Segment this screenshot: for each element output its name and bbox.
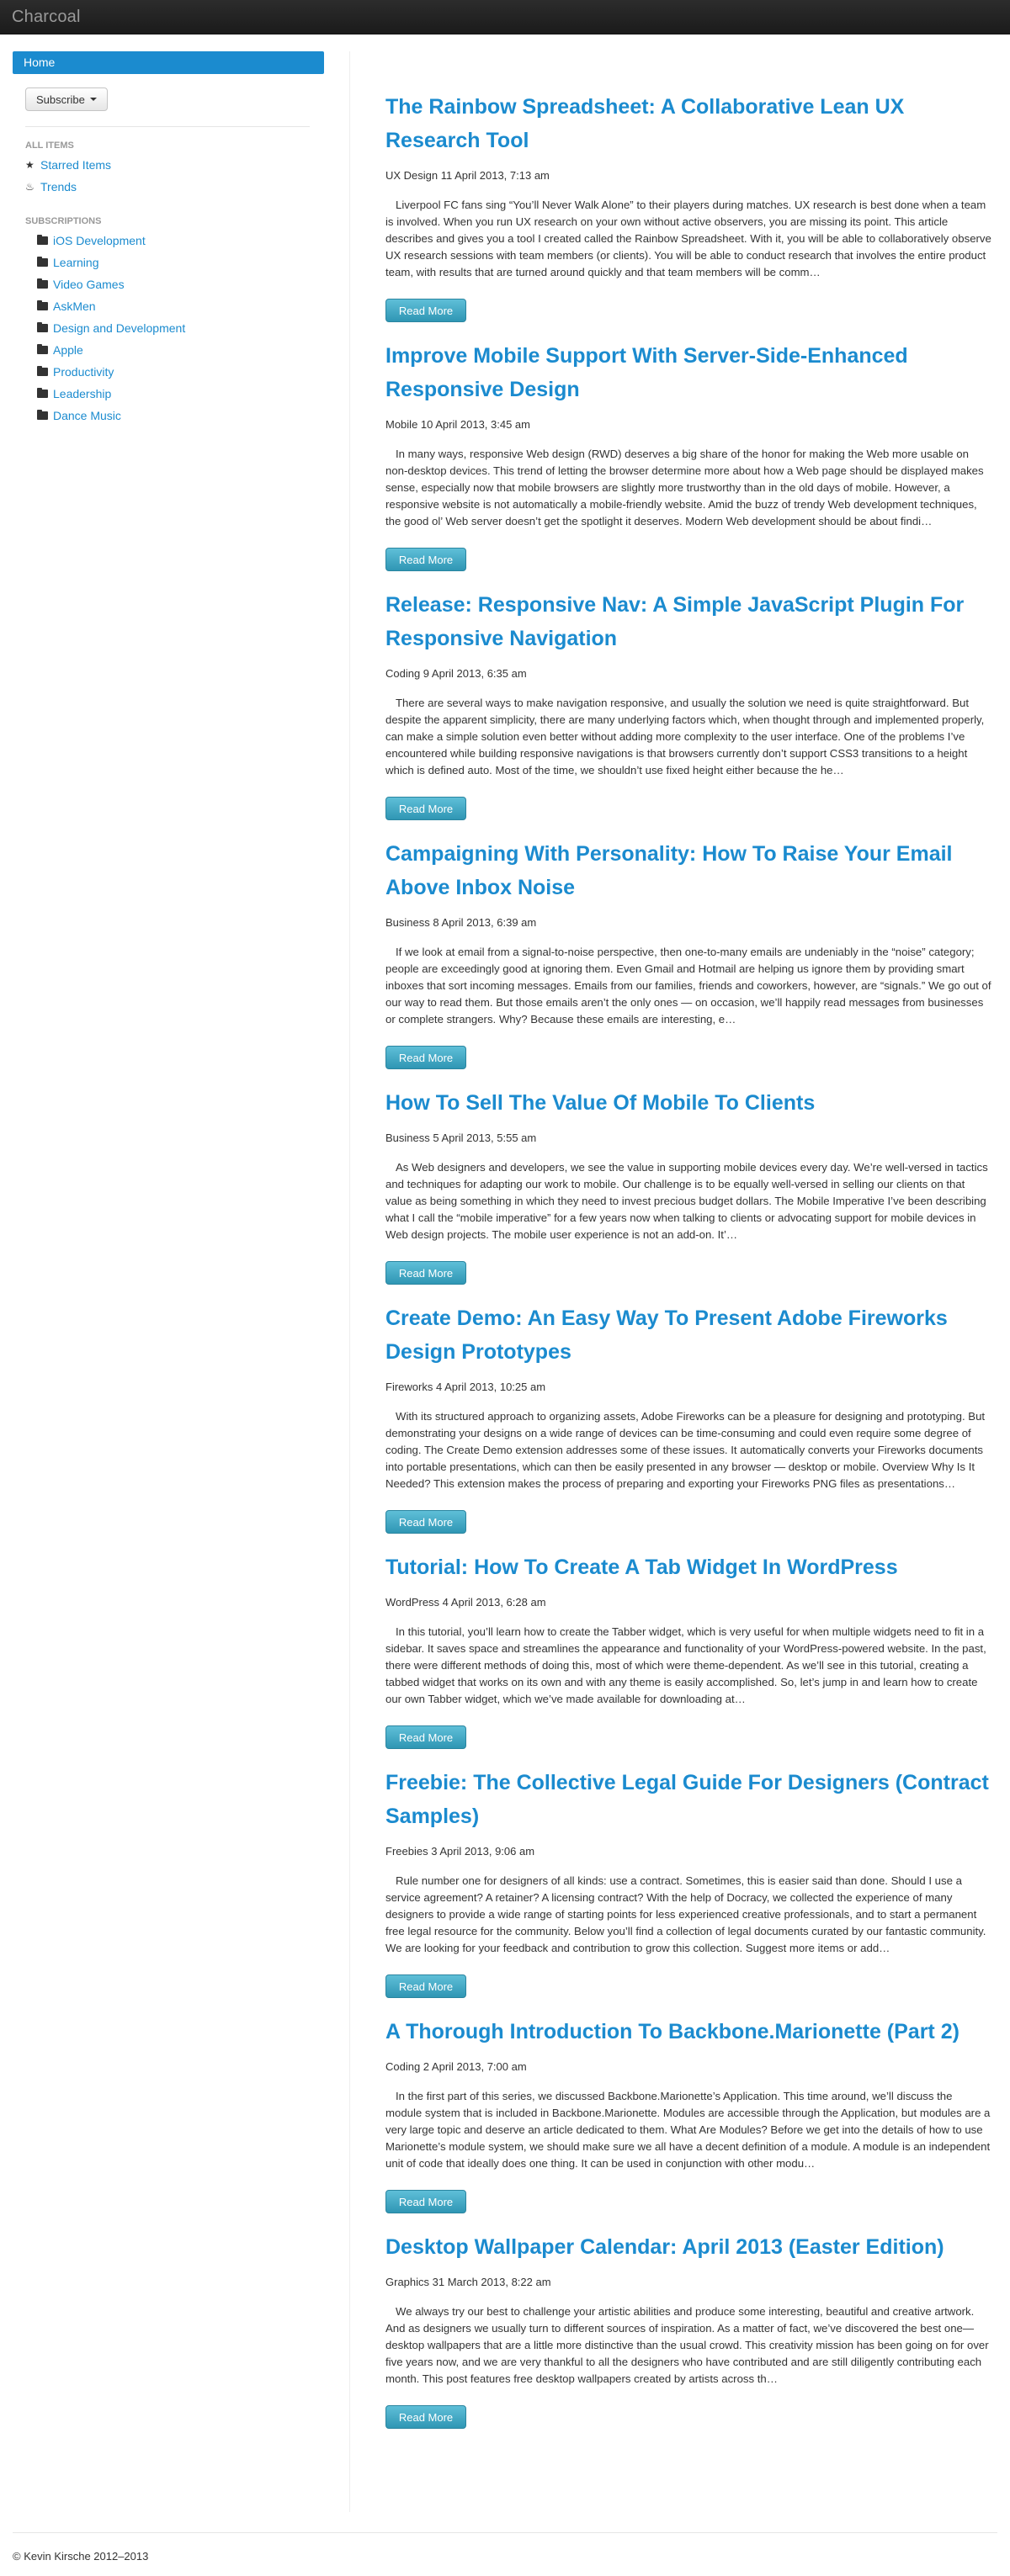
article-item: A Thorough Introduction To Backbone.Mari…	[385, 2015, 991, 2213]
subscription-label: AskMen	[53, 299, 96, 313]
article-title[interactable]: Tutorial: How To Create A Tab Widget In …	[385, 1550, 991, 1584]
subscribe-button[interactable]: Subscribe	[25, 87, 108, 111]
subscription-label: Productivity	[53, 365, 114, 379]
article-list: The Rainbow Spreadsheet: A Collaborative…	[385, 90, 991, 2446]
sidebar-item-subscription[interactable]: iOS Development	[37, 230, 324, 252]
article-meta: Mobile 10 April 2013, 3:45 am	[385, 418, 530, 431]
article-meta: Business 8 April 2013, 6:39 am	[385, 916, 537, 929]
folder-icon	[37, 300, 48, 310]
sidebar-item-subscription[interactable]: Dance Music	[37, 405, 324, 427]
folder-icon	[37, 344, 48, 354]
article-title[interactable]: Improve Mobile Support With Server-Side-…	[385, 339, 991, 406]
folder-icon	[37, 366, 48, 376]
sidebar-item-subscription[interactable]: Productivity	[37, 361, 324, 383]
subscription-label: Leadership	[53, 387, 112, 400]
article-excerpt: There are several ways to make navigatio…	[385, 697, 985, 777]
caret-down-icon	[89, 98, 97, 101]
sidebar-item-label: Trends	[40, 180, 77, 193]
column-divider	[349, 51, 350, 2512]
article-item: Campaigning With Personality: How To Rai…	[385, 837, 991, 1069]
sidebar-item-label: Starred Items	[40, 158, 112, 172]
article-meta: Coding 9 April 2013, 6:35 am	[385, 667, 527, 680]
article-excerpt: We always try our best to challenge your…	[385, 2305, 989, 2385]
article-meta: Fireworks 4 April 2013, 10:25 am	[385, 1381, 546, 1393]
article-item: Create Demo: An Easy Way To Present Adob…	[385, 1301, 991, 1534]
read-more-button[interactable]: Read More	[385, 1725, 466, 1749]
article-item: Tutorial: How To Create A Tab Widget In …	[385, 1550, 991, 1749]
sidebar-item-subscription[interactable]: Learning	[37, 252, 324, 273]
subscriptions-list: iOS Development Learning Video Games AskMen…	[13, 230, 324, 427]
article-excerpt: In many ways, responsive Web design (RWD…	[385, 448, 984, 527]
article-item: Desktop Wallpaper Calendar: April 2013 (…	[385, 2230, 991, 2429]
sidebar: Home Subscribe ALL ITEMS ★ Starred Items…	[13, 51, 324, 427]
article-title[interactable]: Freebie: The Collective Legal Guide For …	[385, 1766, 991, 1833]
sidebar-item-home[interactable]: Home	[13, 51, 324, 74]
brand-logo[interactable]: Charcoal	[0, 8, 81, 27]
sidebar-item-subscription[interactable]: Video Games	[37, 273, 324, 295]
article-title[interactable]: Campaigning With Personality: How To Rai…	[385, 837, 991, 904]
article-title[interactable]: Create Demo: An Easy Way To Present Adob…	[385, 1301, 991, 1369]
sidebar-item-starred[interactable]: ★ Starred Items	[25, 154, 324, 176]
sidebar-item-subscription[interactable]: Design and Development	[37, 317, 324, 339]
subscription-label: Apple	[53, 343, 83, 357]
footer-copyright: © Kevin Kirsche 2012–2013	[13, 2550, 149, 2563]
subscription-label: Learning	[53, 256, 99, 269]
article-meta: UX Design 11 April 2013, 7:13 am	[385, 169, 550, 182]
article-title[interactable]: How To Sell The Value Of Mobile To Clien…	[385, 1086, 991, 1120]
subscription-label: Dance Music	[53, 409, 121, 422]
read-more-button[interactable]: Read More	[385, 1974, 466, 1998]
article-excerpt: If we look at email from a signal-to-noi…	[385, 946, 991, 1026]
folder-icon	[37, 235, 48, 245]
all-items-header: ALL ITEMS	[25, 140, 74, 151]
folder-icon	[37, 322, 48, 332]
article-meta: Freebies 3 April 2013, 9:06 am	[385, 1845, 535, 1858]
read-more-button[interactable]: Read More	[385, 797, 466, 820]
fire-icon: ♨	[25, 181, 35, 193]
folder-icon	[37, 257, 48, 267]
article-item: Improve Mobile Support With Server-Side-…	[385, 339, 991, 571]
article-meta: WordPress 4 April 2013, 6:28 am	[385, 1596, 546, 1609]
sidebar-divider	[25, 126, 310, 127]
read-more-button[interactable]: Read More	[385, 2405, 466, 2429]
article-meta: Business 5 April 2013, 5:55 am	[385, 1132, 537, 1144]
sidebar-item-subscription[interactable]: Leadership	[37, 383, 324, 405]
subscriptions-header: SUBSCRIPTIONS	[25, 216, 102, 226]
article-excerpt: In this tutorial, you’ll learn how to cr…	[385, 1625, 986, 1705]
article-item: Freebie: The Collective Legal Guide For …	[385, 1766, 991, 1998]
read-more-button[interactable]: Read More	[385, 299, 466, 322]
read-more-button[interactable]: Read More	[385, 1046, 466, 1069]
star-icon: ★	[25, 159, 35, 171]
footer-divider	[13, 2532, 997, 2533]
article-meta: Coding 2 April 2013, 7:00 am	[385, 2060, 527, 2073]
article-excerpt: Liverpool FC fans sing “You’ll Never Wal…	[385, 199, 991, 278]
subscription-label: iOS Development	[53, 234, 146, 247]
article-title[interactable]: The Rainbow Spreadsheet: A Collaborative…	[385, 90, 991, 157]
article-title[interactable]: A Thorough Introduction To Backbone.Mari…	[385, 2015, 991, 2049]
subscribe-button-label: Subscribe	[36, 93, 85, 106]
article-excerpt: Rule number one for designers of all kin…	[385, 1874, 986, 1954]
top-navbar: Charcoal	[0, 0, 1010, 34]
article-title[interactable]: Desktop Wallpaper Calendar: April 2013 (…	[385, 2230, 991, 2264]
folder-icon	[37, 278, 48, 289]
subscription-label: Design and Development	[53, 321, 186, 335]
subscription-label: Video Games	[53, 278, 125, 291]
sidebar-item-trends[interactable]: ♨ Trends	[25, 176, 324, 198]
folder-icon	[37, 388, 48, 398]
article-item: The Rainbow Spreadsheet: A Collaborative…	[385, 90, 991, 322]
article-excerpt: In the first part of this series, we dis…	[385, 2090, 991, 2170]
article-excerpt: As Web designers and developers, we see …	[385, 1161, 988, 1241]
read-more-button[interactable]: Read More	[385, 1510, 466, 1534]
article-title[interactable]: Release: Responsive Nav: A Simple JavaSc…	[385, 588, 991, 655]
article-item: How To Sell The Value Of Mobile To Clien…	[385, 1086, 991, 1285]
read-more-button[interactable]: Read More	[385, 1261, 466, 1285]
sidebar-item-subscription[interactable]: AskMen	[37, 295, 324, 317]
article-item: Release: Responsive Nav: A Simple JavaSc…	[385, 588, 991, 820]
read-more-button[interactable]: Read More	[385, 548, 466, 571]
sidebar-item-subscription[interactable]: Apple	[37, 339, 324, 361]
read-more-button[interactable]: Read More	[385, 2190, 466, 2213]
article-meta: Graphics 31 March 2013, 8:22 am	[385, 2276, 551, 2288]
folder-icon	[37, 410, 48, 420]
article-excerpt: With its structured approach to organizi…	[385, 1410, 986, 1490]
